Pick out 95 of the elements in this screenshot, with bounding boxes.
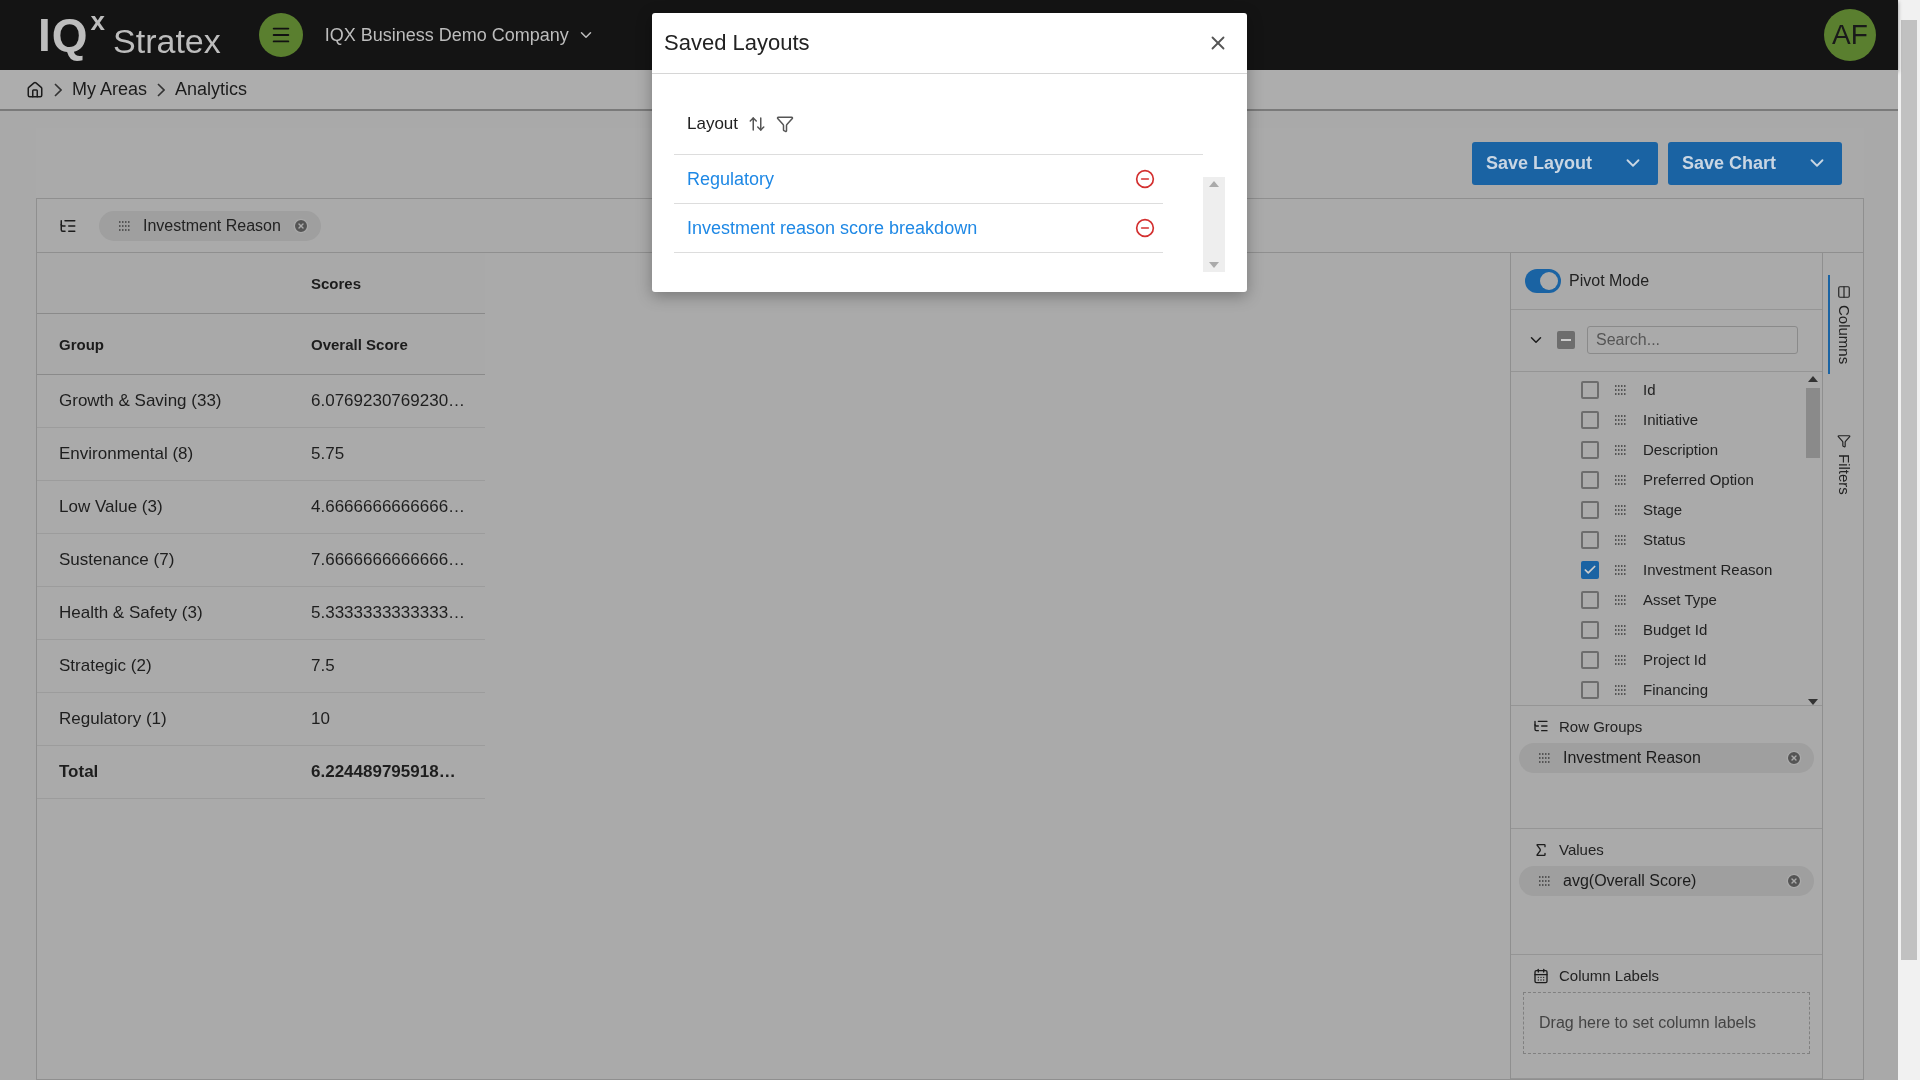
grip-icon: [1615, 533, 1627, 546]
grip-icon: [1539, 875, 1551, 888]
section-title: Values: [1559, 841, 1604, 859]
breadcrumb-link[interactable]: Analytics: [175, 79, 248, 100]
remove-icon[interactable]: [1135, 169, 1155, 189]
grip-icon: [1615, 473, 1627, 486]
table-cell: 5.3333333333333…: [289, 587, 485, 640]
sort-icon[interactable]: [748, 115, 767, 133]
checkbox[interactable]: [1581, 440, 1599, 459]
toggle-label: Pivot Mode: [1569, 271, 1650, 290]
table-cell: Total: [37, 746, 289, 799]
checkbox[interactable]: [1581, 470, 1599, 489]
table-cell: 7.6666666666666…: [289, 534, 485, 587]
scrollbar-thumb[interactable]: [1806, 387, 1820, 458]
remove-icon[interactable]: [1786, 749, 1802, 766]
columns-icon: [1837, 285, 1851, 299]
checkbox[interactable]: [1581, 500, 1599, 519]
remove-icon[interactable]: [292, 217, 309, 234]
table-cell: Health & Safety (3): [37, 587, 289, 640]
dialog-title: Saved Layouts: [664, 30, 810, 56]
column-label: Asset Type: [1643, 591, 1717, 609]
column-label: Budget Id: [1643, 621, 1708, 639]
checkbox[interactable]: [1581, 650, 1599, 669]
group-chip[interactable]: Investment Reason: [99, 210, 321, 241]
search-field[interactable]: Search...: [1587, 326, 1798, 355]
column-header: Layout: [687, 114, 739, 134]
side-tab[interactable]: Columns: [1827, 275, 1859, 375]
section-title: Column Labels: [1559, 967, 1660, 985]
table-cell: 4.6666666666666…: [289, 481, 485, 534]
filter-icon: [1837, 434, 1851, 449]
scroll-up-icon[interactable]: [1808, 375, 1818, 382]
sigma-icon: [1533, 841, 1549, 858]
scrollbar[interactable]: [1898, 0, 1920, 1080]
checkbox[interactable]: [1581, 680, 1599, 699]
column-label: Initiative: [1643, 411, 1699, 429]
table-cell: Sustenance (7): [37, 534, 289, 587]
scrollbar-thumb[interactable]: [1901, 20, 1917, 960]
split-button[interactable]: Save Layout: [1471, 141, 1658, 185]
home-icon[interactable]: [26, 80, 44, 99]
checkbox[interactable]: [1581, 530, 1599, 549]
column-label: Description: [1643, 441, 1719, 459]
grip-icon: [1615, 503, 1627, 516]
table-cell: Environmental (8): [37, 428, 289, 481]
minus-icon: [1561, 339, 1571, 342]
column-label: Financing: [1643, 681, 1709, 699]
table-cell: Growth & Saving (33): [37, 375, 289, 428]
checkbox[interactable]: [1581, 380, 1599, 399]
split-button[interactable]: Save Chart: [1667, 141, 1842, 185]
grip-icon: [1615, 413, 1627, 426]
grip-icon: [119, 219, 131, 232]
remove-icon[interactable]: [1135, 218, 1155, 238]
column-label: Preferred Option: [1643, 471, 1754, 489]
table-cell: Strategic (2): [37, 640, 289, 693]
table-cell: 6.224489795918…: [289, 746, 485, 799]
grip-icon: [1615, 563, 1627, 576]
table-cell: 7.5: [289, 640, 485, 693]
grip-icon: [1615, 683, 1627, 696]
field-chip[interactable]: Investment Reason: [1519, 742, 1814, 773]
checkbox[interactable]: [1581, 620, 1599, 639]
grip-icon: [1615, 443, 1627, 456]
table-cell: 5.75: [289, 428, 485, 481]
side-tab[interactable]: Filters: [1827, 424, 1859, 506]
checkbox[interactable]: [1581, 410, 1599, 429]
table-cell: 6.0769230769230…: [289, 375, 485, 428]
column-label: Project Id: [1643, 651, 1707, 669]
layout-link[interactable]: Regulatory: [687, 168, 775, 190]
filter-icon[interactable]: [776, 115, 795, 133]
select-all-checkbox[interactable]: [1557, 331, 1575, 350]
remove-icon[interactable]: [1786, 873, 1802, 890]
checkbox[interactable]: [1581, 560, 1599, 579]
grip-icon: [1615, 593, 1627, 606]
section-title: Row Groups: [1559, 717, 1643, 735]
column-label: Stage: [1643, 501, 1683, 519]
grip-icon: [1615, 383, 1627, 396]
chevron-right-icon: [157, 82, 166, 97]
chevron-right-icon: [54, 82, 62, 97]
field-chip[interactable]: avg(Overall Score): [1519, 866, 1814, 897]
column-label: Id: [1643, 381, 1656, 399]
grip-icon: [1615, 623, 1627, 636]
table-cell: Regulatory (1): [37, 693, 289, 746]
layout-link[interactable]: Investment reason score breakdown: [687, 217, 978, 239]
user-avatar[interactable]: AF: [1824, 9, 1876, 61]
grip-icon: [1615, 653, 1627, 666]
table-cell: 10: [289, 693, 485, 746]
grip-icon: [1539, 751, 1551, 764]
scroll-down-icon[interactable]: [1808, 698, 1818, 705]
menu-button[interactable]: [258, 13, 303, 57]
column-label: Investment Reason: [1643, 561, 1773, 579]
checkbox[interactable]: [1581, 590, 1599, 609]
pivot-mode-toggle[interactable]: [1525, 268, 1561, 293]
column-label: Status: [1643, 531, 1686, 549]
drop-zone[interactable]: Drag here to set column labels: [1523, 992, 1810, 1055]
company-selector[interactable]: IQX Business Demo Company: [318, 23, 601, 47]
table-cell: Low Value (3): [37, 481, 289, 534]
breadcrumb-link[interactable]: My Areas: [72, 79, 148, 100]
